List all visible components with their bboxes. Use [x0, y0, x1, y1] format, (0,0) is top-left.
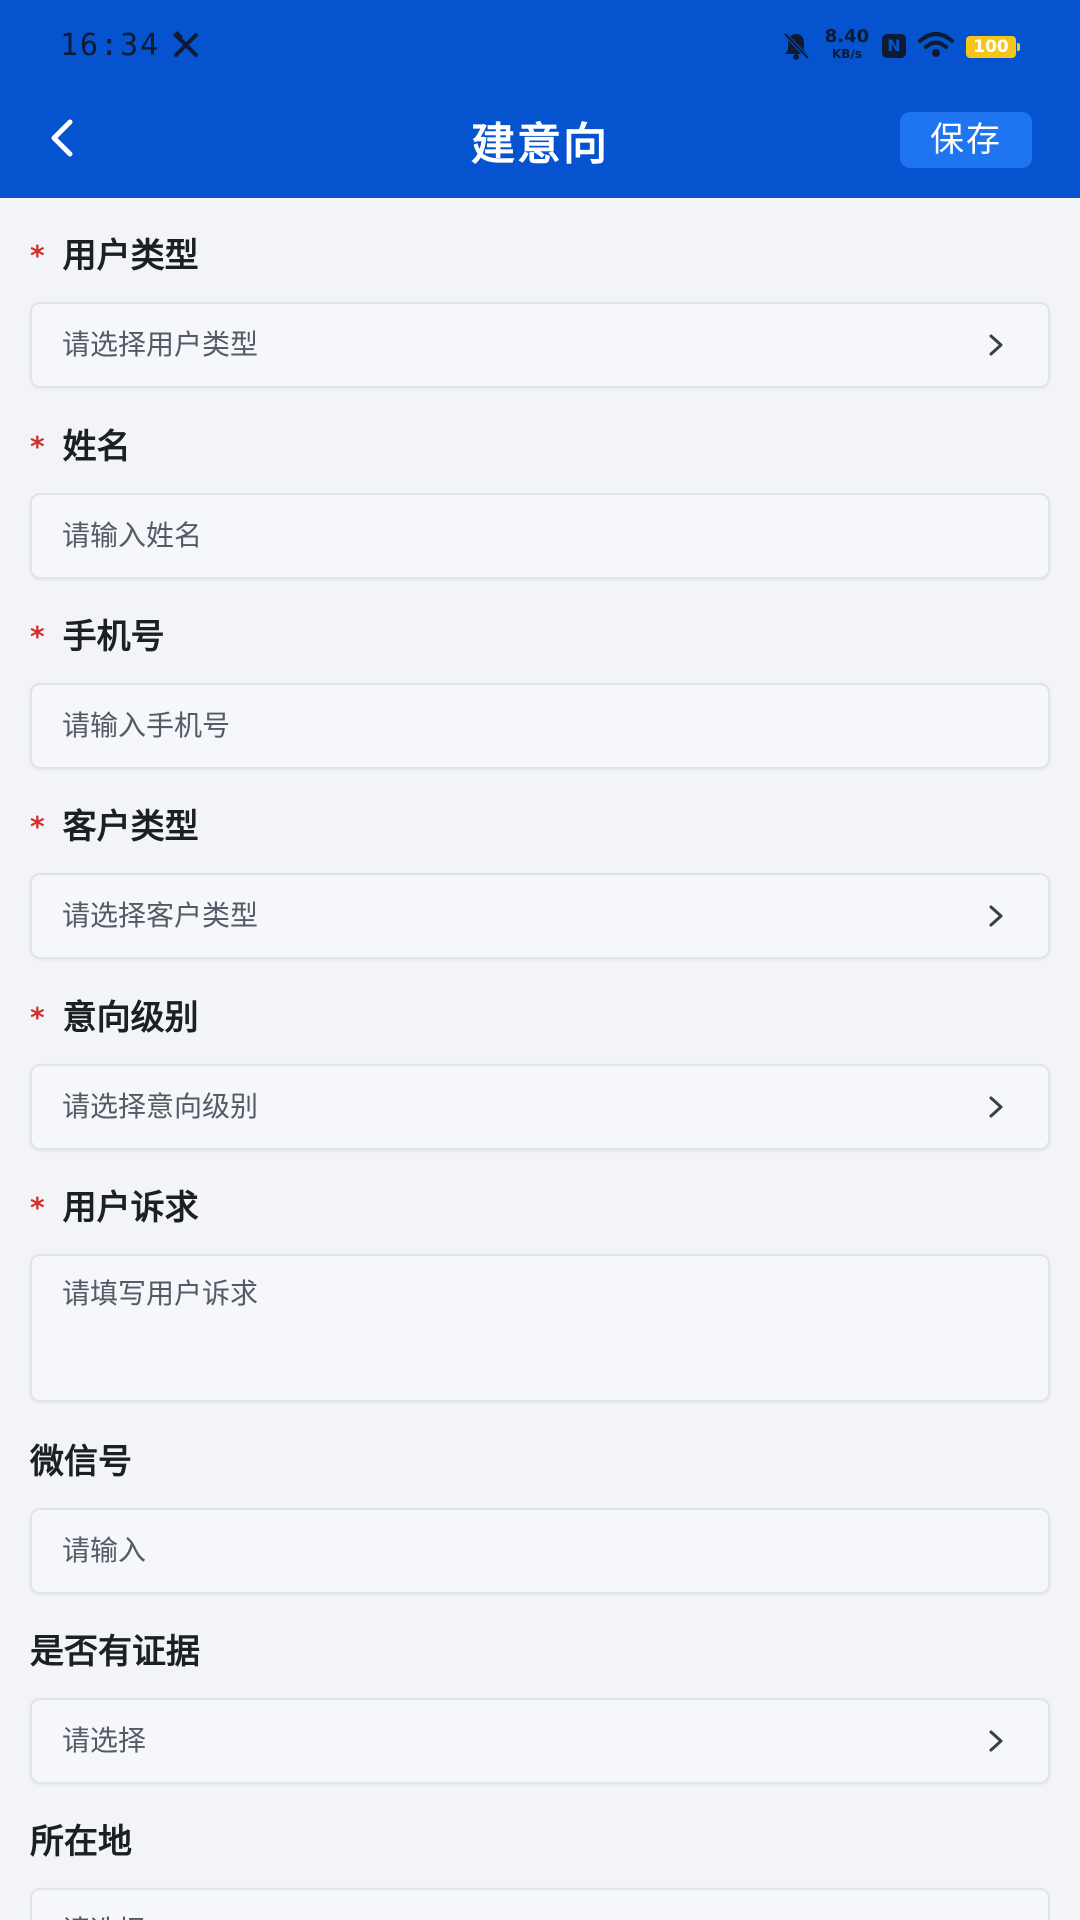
required-mark: *	[30, 620, 45, 653]
chevron-right-icon	[989, 1096, 1003, 1118]
field-label: 所在地	[30, 1822, 132, 1862]
nfc-icon: N	[882, 34, 906, 58]
name-input[interactable]: 请输入姓名	[30, 493, 1050, 579]
required-mark: *	[30, 810, 45, 843]
textarea-placeholder: 请填写用户诉求	[62, 1277, 259, 1310]
field-label: * 意向级别	[30, 998, 199, 1038]
chevron-right-icon	[989, 905, 1003, 927]
select-placeholder: 请选择	[62, 1724, 147, 1757]
has-evidence-select[interactable]: 请选择	[30, 1698, 1050, 1784]
select-placeholder: 请选择意向级别	[62, 1090, 259, 1123]
intent-level-select[interactable]: 请选择意向级别	[30, 1064, 1050, 1150]
location-select[interactable]: 请选择	[30, 1888, 1050, 1920]
field-label: 是否有证据	[30, 1632, 200, 1672]
field-location: 所在地 请选择	[30, 1822, 1050, 1920]
user-type-select[interactable]: 请选择用户类型	[30, 302, 1050, 388]
status-time: 16:34	[60, 28, 161, 63]
select-placeholder: 请选择用户类型	[62, 328, 259, 361]
field-label: * 姓名	[30, 427, 131, 467]
chevron-right-icon	[989, 1730, 1003, 1752]
battery-icon: 100	[966, 36, 1020, 58]
required-mark: *	[30, 1001, 45, 1034]
customer-type-select[interactable]: 请选择客户类型	[30, 873, 1050, 959]
field-label: * 手机号	[30, 617, 165, 657]
field-label-text: 用户诉求	[62, 1188, 199, 1228]
wechat-input[interactable]: 请输入	[30, 1508, 1050, 1594]
input-placeholder: 请输入	[62, 1534, 147, 1567]
network-speed-unit: KB/s	[832, 47, 862, 61]
phone-input[interactable]: 请输入手机号	[30, 683, 1050, 769]
field-label: 微信号	[30, 1442, 132, 1482]
field-label: * 用户类型	[30, 236, 199, 276]
field-label-text: 手机号	[62, 617, 165, 657]
network-speed-value: 8.40	[824, 26, 870, 47]
status-bar: 16:34 8.40 KB/s N 100	[0, 0, 1080, 92]
bell-off-icon	[783, 32, 810, 60]
input-placeholder: 请输入手机号	[62, 709, 231, 742]
field-label: * 用户诉求	[30, 1188, 199, 1228]
chevron-right-icon	[989, 334, 1003, 356]
app-header: 16:34 8.40 KB/s N 100 建意向 保存	[0, 0, 1080, 198]
required-mark: *	[30, 239, 45, 272]
field-label: * 客户类型	[30, 807, 199, 847]
network-speed: 8.40 KB/s	[822, 26, 872, 61]
field-label-text: 用户类型	[62, 236, 199, 276]
user-request-textarea[interactable]: 请填写用户诉求	[30, 1254, 1050, 1402]
save-button[interactable]: 保存	[900, 112, 1032, 168]
field-label-text: 意向级别	[62, 998, 199, 1038]
required-mark: *	[30, 430, 45, 463]
required-mark: *	[30, 1191, 45, 1224]
select-placeholder: 请选择客户类型	[62, 899, 259, 932]
wifi-icon	[918, 32, 954, 57]
input-placeholder: 请输入姓名	[62, 519, 203, 552]
field-label-text: 客户类型	[62, 807, 199, 847]
tools-icon	[173, 31, 198, 57]
select-placeholder: 请选择	[62, 1890, 146, 1920]
field-label-text: 姓名	[62, 427, 131, 467]
